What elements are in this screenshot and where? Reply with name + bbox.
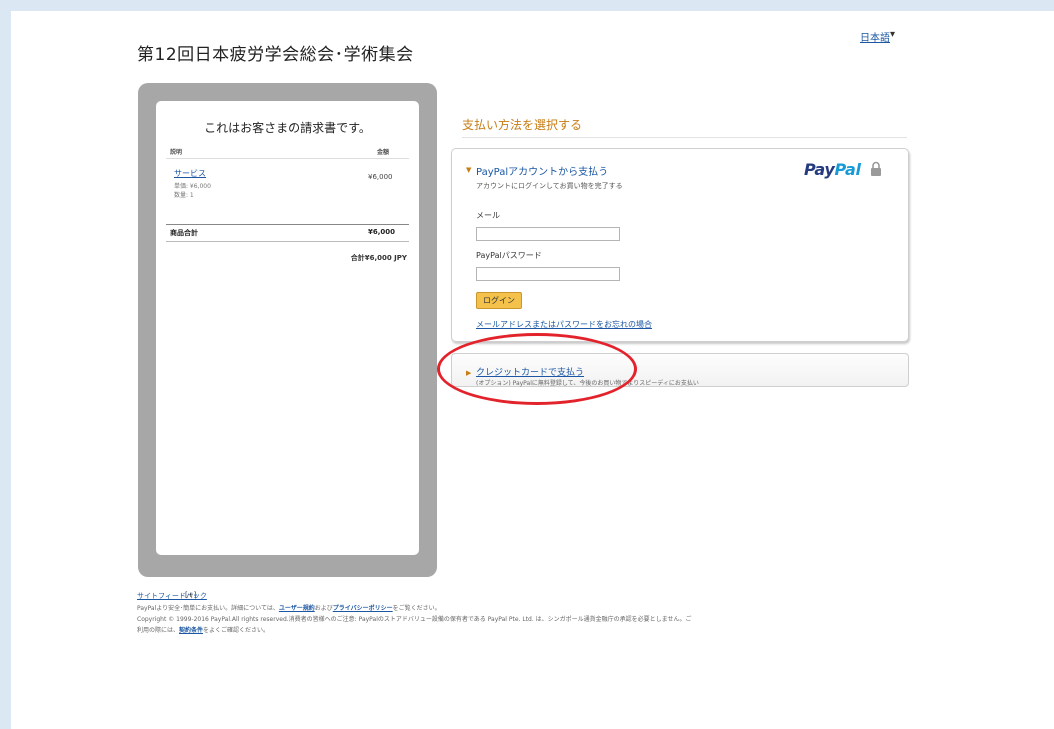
paypal-logo: PayPal (804, 160, 861, 179)
terms-link[interactable]: 契約条件 (179, 627, 203, 634)
privacy-policy-link[interactable]: プライバシーポリシー (333, 605, 393, 612)
login-button[interactable]: ログイン (476, 292, 522, 309)
item-amount: ¥6,000 (368, 173, 393, 181)
forgot-password-link[interactable]: メールアドレスまたはパスワードをお忘れの場合 (476, 319, 652, 330)
paypal-option-description: アカウントにログインしてお買い物を完了する (476, 182, 623, 190)
subtotal-label: 商品合計 (170, 229, 198, 237)
divider (166, 241, 409, 242)
divider (462, 137, 907, 138)
invoice-card: これはお客さまの請求書です。 説明 金額 サービス 単価: ¥6,000 数量:… (156, 101, 419, 555)
column-header-amount: 金額 (377, 149, 390, 156)
lock-icon (871, 161, 881, 176)
user-agreement-link[interactable]: ユーザー規約 (279, 605, 315, 612)
merchant-title: 第12回日本疲労学会総会･学術集会 (137, 45, 414, 65)
chevron-down-icon[interactable]: ▾ (890, 29, 895, 40)
grand-total: 合計¥6,000 JPY (350, 254, 407, 262)
footer-text: をご覧ください。 (392, 605, 441, 612)
annotation-circle (437, 333, 637, 405)
divider (166, 158, 409, 159)
footer-copyright: Copyright © 1999-2016 PayPal.All rights … (137, 616, 692, 623)
footer-line-1: PayPalより安全･簡単にお支払い。詳細については、ユーザー規約およびプライバ… (137, 603, 441, 612)
divider (166, 224, 409, 225)
language-selector[interactable]: 日本語 (860, 29, 890, 44)
password-label: PayPalパスワード (476, 251, 542, 260)
item-name-link[interactable]: サービス (174, 168, 206, 179)
site-feedback-link[interactable]: サイトフィードバック (137, 591, 207, 601)
email-label: メール (476, 211, 500, 220)
paypal-option-title[interactable]: PayPalアカウントから支払う (476, 163, 608, 178)
orange-triangle-icon: ▼ (466, 166, 472, 174)
item-unit-price: 単価: ¥6,000 (174, 183, 211, 190)
column-header-description: 説明 (170, 149, 183, 156)
paypal-logo-pay: Pay (804, 160, 835, 179)
footer-text: PayPalより安全･簡単にお支払い。詳細については、 (137, 605, 279, 612)
footer-text: および (314, 605, 333, 612)
footer-text: 利用の際には、 (137, 627, 180, 634)
footer-line-3: 利用の際には、契約条件をよくご確認ください。 (137, 625, 269, 634)
email-field[interactable] (476, 227, 620, 241)
feedback-expand-marker[interactable]: [+] (185, 591, 196, 599)
password-field[interactable] (476, 267, 620, 281)
invoice-frame: これはお客さまの請求書です。 説明 金額 サービス 単価: ¥6,000 数量:… (138, 83, 437, 577)
footer-text: をよくご確認ください。 (203, 627, 270, 634)
item-quantity: 数量: 1 (174, 192, 194, 199)
invoice-title: これはお客さまの請求書です。 (204, 121, 371, 135)
subtotal-value: ¥6,000 (368, 228, 396, 236)
paypal-logo-pal: Pal (834, 160, 861, 179)
payment-heading: 支払い方法を選択する (462, 118, 583, 132)
